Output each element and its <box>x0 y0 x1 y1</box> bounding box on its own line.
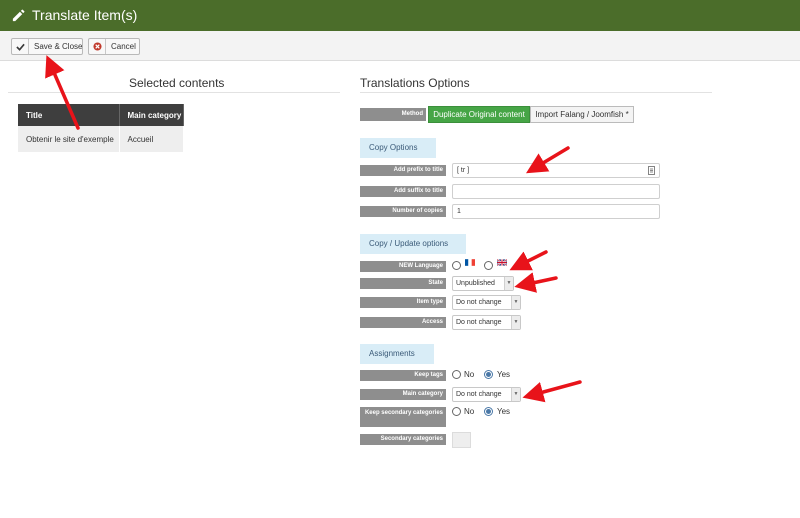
annotation-arrow <box>45 55 80 130</box>
annotation-arrow <box>509 250 548 271</box>
annotation-arrow <box>525 146 570 174</box>
annotation-arrow <box>514 272 558 293</box>
annotation-arrows <box>45 55 582 403</box>
annotation-arrow <box>522 380 582 403</box>
